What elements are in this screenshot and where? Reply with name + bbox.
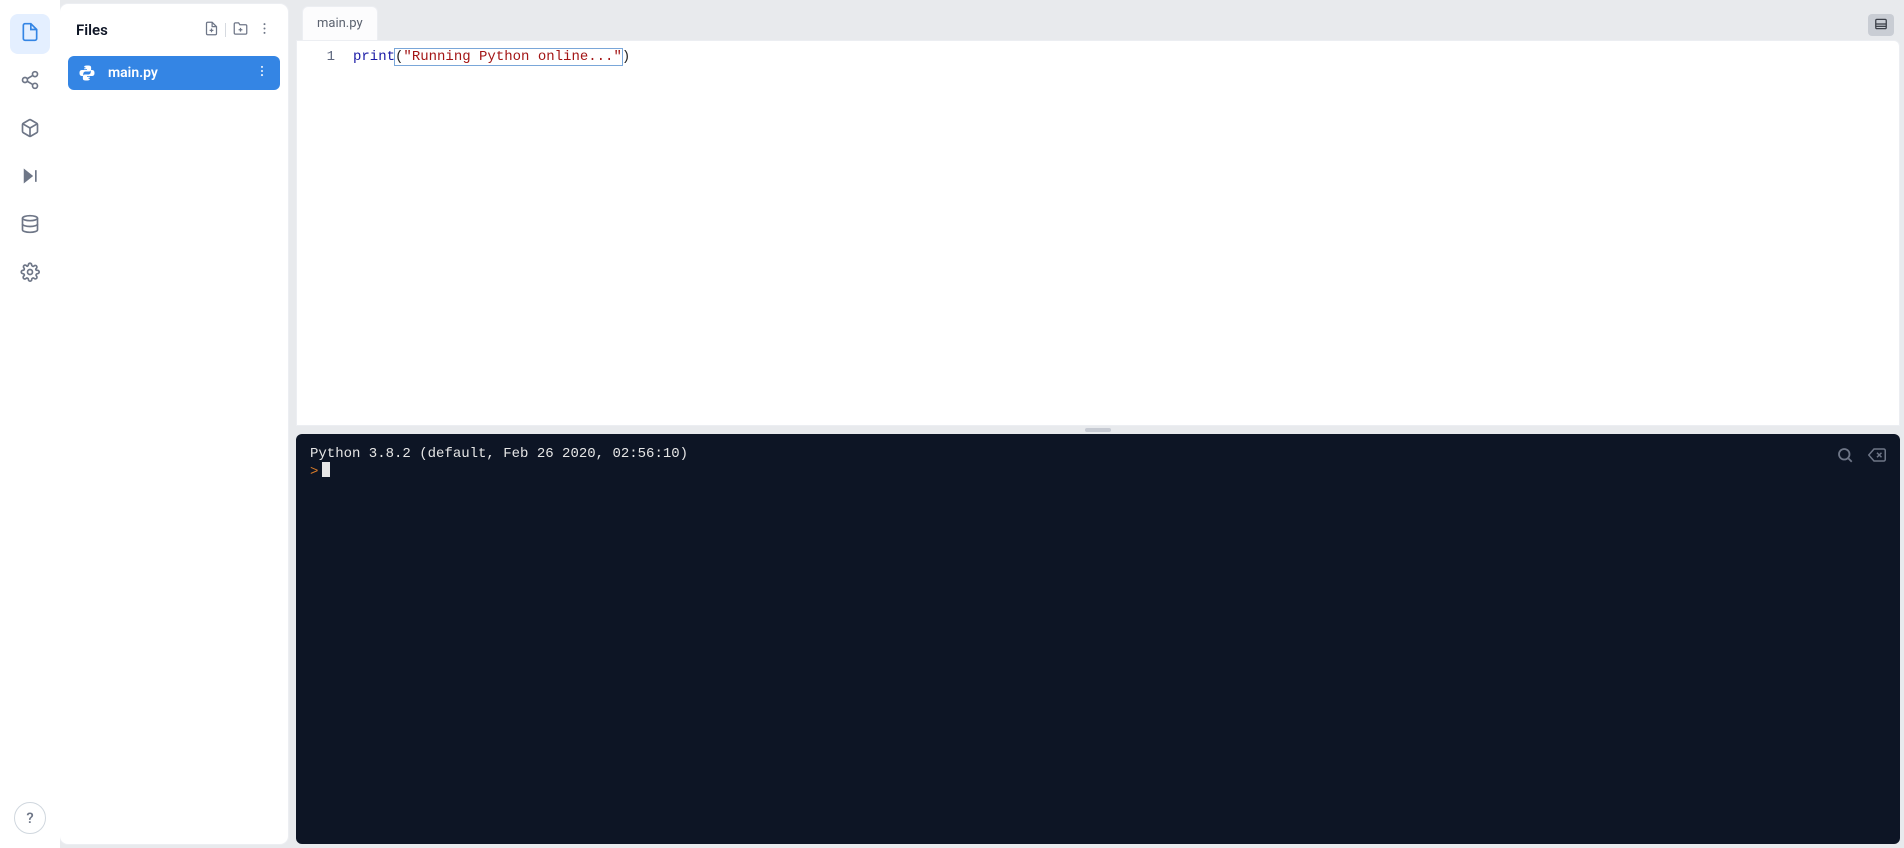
- search-icon: [1836, 446, 1854, 469]
- code-token-function: print: [353, 49, 395, 65]
- play-skip-icon: [20, 166, 40, 190]
- file-item-main-py[interactable]: main.py: [68, 56, 280, 90]
- pane-resize-handle[interactable]: [296, 426, 1900, 434]
- code-token-paren: ): [622, 49, 630, 65]
- file-item-menu-button[interactable]: [254, 64, 270, 82]
- editor-tabstrip: main.py: [296, 4, 1900, 40]
- cube-icon: [20, 118, 40, 142]
- file-item-label: main.py: [108, 65, 242, 81]
- console-cursor: [322, 462, 330, 477]
- files-more-button[interactable]: [252, 18, 276, 42]
- console-prompt-line[interactable]: >: [310, 462, 1886, 480]
- files-panel-title: Files: [76, 21, 199, 39]
- console-tools: [1836, 446, 1886, 469]
- code-token-string: "Running Python online...": [403, 49, 621, 65]
- console-prompt: >: [310, 464, 318, 480]
- new-file-button[interactable]: [199, 18, 223, 42]
- panel-layout-icon: [1874, 16, 1888, 35]
- more-vertical-icon: [257, 21, 272, 40]
- more-vertical-icon: [255, 64, 269, 82]
- tab-main-py[interactable]: main.py: [302, 6, 378, 40]
- code-editor[interactable]: 1 print("Running Python online..."): [296, 40, 1900, 426]
- console-search-button[interactable]: [1836, 446, 1854, 469]
- sidebar-item-packages[interactable]: [10, 110, 50, 150]
- database-icon: [20, 214, 40, 238]
- share-nodes-icon: [20, 70, 40, 94]
- files-panel: Files main: [60, 4, 288, 844]
- console-panel[interactable]: Python 3.8.2 (default, Feb 26 2020, 02:5…: [296, 434, 1900, 844]
- help-button[interactable]: ?: [14, 802, 46, 834]
- new-folder-button[interactable]: [228, 18, 252, 42]
- gear-icon: [20, 262, 40, 286]
- editor-content[interactable]: print("Running Python online..."): [345, 41, 1899, 425]
- file-list: main.py: [60, 56, 288, 90]
- editor-gutter: 1: [297, 41, 345, 425]
- backspace-icon: [1868, 446, 1886, 469]
- tab-label: main.py: [317, 16, 363, 31]
- separator: [225, 23, 226, 37]
- files-header: Files: [60, 4, 288, 56]
- new-folder-icon: [233, 21, 248, 40]
- sidebar-item-version-control[interactable]: [10, 62, 50, 102]
- sidebar-item-database[interactable]: [10, 206, 50, 246]
- layout-toggle-button[interactable]: [1868, 14, 1894, 36]
- sidebar-item-settings[interactable]: [10, 254, 50, 294]
- file-icon: [20, 22, 40, 46]
- sidebar-item-files[interactable]: [10, 14, 50, 54]
- new-file-icon: [204, 21, 219, 40]
- console-banner: Python 3.8.2 (default, Feb 26 2020, 02:5…: [310, 446, 1886, 462]
- main-column: main.py 1 print("Running Python online..…: [296, 4, 1900, 844]
- sidebar-item-run[interactable]: [10, 158, 50, 198]
- python-file-icon: [78, 64, 96, 82]
- console-clear-button[interactable]: [1868, 446, 1886, 469]
- sidebar-rail: ?: [0, 0, 60, 848]
- line-number: 1: [297, 47, 335, 68]
- help-icon: ?: [26, 809, 33, 827]
